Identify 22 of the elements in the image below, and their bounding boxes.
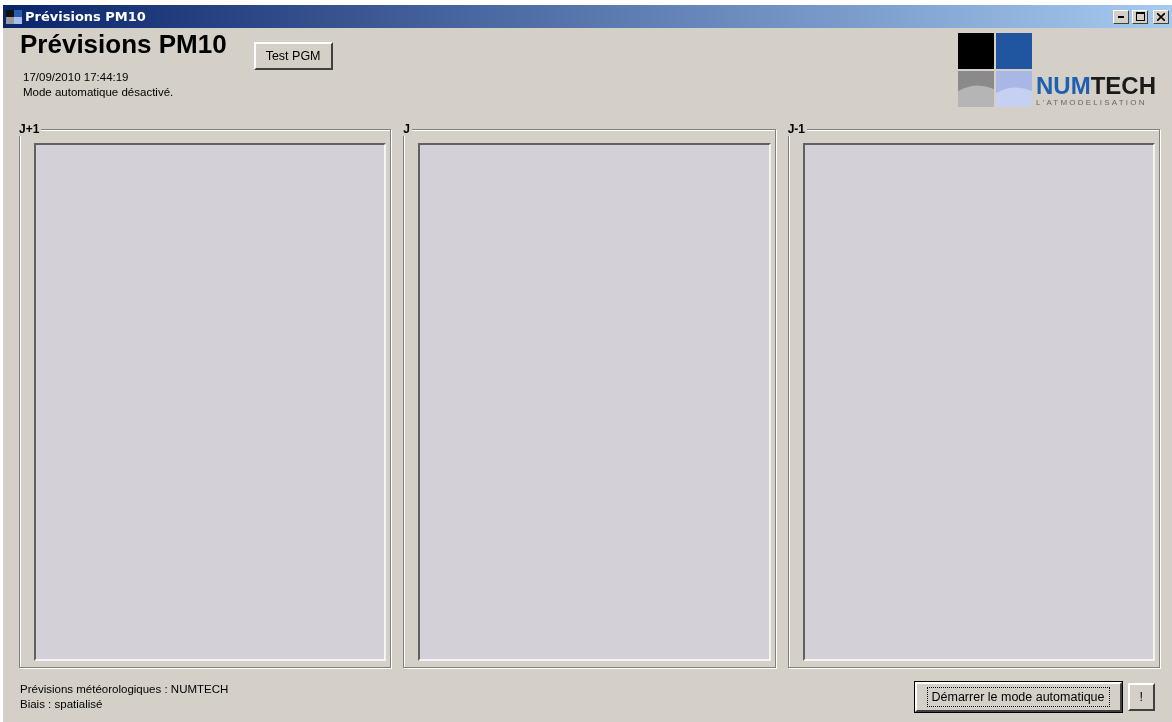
maximize-button[interactable] xyxy=(1132,9,1148,24)
minimize-icon xyxy=(1118,15,1124,18)
group-label: J+1 xyxy=(19,122,42,136)
app-icon xyxy=(6,9,22,24)
action-button[interactable]: ! xyxy=(1127,682,1155,711)
logo-name: NUMTECH xyxy=(1036,75,1156,97)
group-label: J xyxy=(403,122,412,136)
mode-status: Mode automatique désactivé. xyxy=(23,85,175,100)
group-label: J-1 xyxy=(787,122,807,136)
logo-squares-icon xyxy=(958,33,1034,107)
timestamp: 17/09/2010 17:44:19 xyxy=(23,70,130,85)
window-title: Prévisions PM10 xyxy=(25,9,147,24)
close-icon xyxy=(1157,12,1165,21)
info-line: Biais : spatialisé xyxy=(20,696,104,712)
minimize-button[interactable] xyxy=(1113,9,1129,24)
info-line: Prévisions météorologiques : NUMTECH xyxy=(20,681,229,697)
action-button[interactable]: Démarrer le mode automatique xyxy=(914,681,1122,712)
logo-tagline: L'ATMODELISATION xyxy=(1036,98,1148,107)
close-button[interactable] xyxy=(1153,9,1169,24)
maximize-icon xyxy=(1135,12,1145,21)
test-pgm-button[interactable]: Test PGM xyxy=(253,42,333,70)
app-title: Prévisions PM10 xyxy=(20,29,227,60)
